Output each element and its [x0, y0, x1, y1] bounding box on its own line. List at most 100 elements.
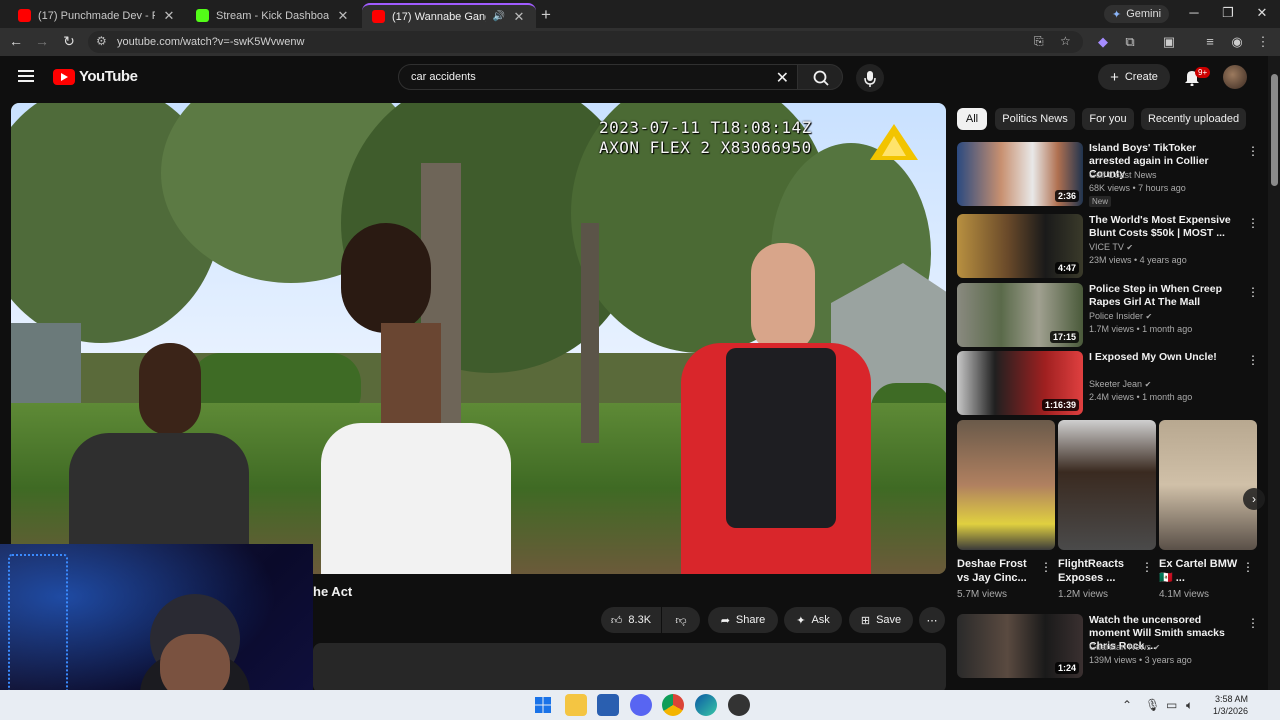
- more-vertical-icon[interactable]: ⋮: [1242, 560, 1254, 574]
- short-views: 4.1M views: [1159, 589, 1210, 600]
- scrollbar-thumb[interactable]: [1271, 74, 1278, 186]
- tab-title: (17) Wannabe Gangsters Ca: [392, 10, 486, 23]
- microphone-icon: [864, 71, 876, 87]
- more-vertical-icon[interactable]: ⋮: [1141, 560, 1153, 574]
- video-title: he Act: [313, 584, 353, 599]
- clock-date: 1/3/2026: [1212, 706, 1248, 716]
- close-tab-icon[interactable]: ✕: [336, 8, 350, 24]
- more-vertical-icon[interactable]: ⋮: [1247, 285, 1259, 299]
- bookmark-star-icon[interactable]: ☆: [1060, 34, 1071, 48]
- chip-all[interactable]: All: [957, 108, 987, 130]
- save-button[interactable]: ⊞ Save: [849, 607, 913, 633]
- chrome-icon[interactable]: [662, 694, 684, 716]
- more-vertical-icon[interactable]: ⋮: [1040, 560, 1052, 574]
- search-button[interactable]: [797, 64, 843, 90]
- recommended-video[interactable]: 17:15 Police Step in When Creep Rapes Gi…: [957, 283, 1259, 349]
- dislike-button[interactable]: 👎︎: [662, 607, 700, 633]
- browser-tab-kick[interactable]: Stream - Kick Dashboard ✕: [186, 3, 360, 28]
- verified-check-icon: ✔: [1144, 380, 1152, 389]
- description-box[interactable]: [313, 643, 946, 693]
- close-tab-icon[interactable]: ✕: [162, 8, 176, 24]
- extensions-puzzle-icon[interactable]: ⧉: [1121, 34, 1139, 50]
- kick-favicon-icon: [196, 9, 209, 22]
- back-arrow-icon[interactable]: ←: [7, 33, 25, 49]
- minimize-window-icon[interactable]: ─: [1184, 5, 1204, 20]
- thumbs-down-icon: 👎︎: [675, 614, 687, 627]
- video-person-black-shirt: [69, 343, 249, 574]
- site-info-icon[interactable]: ⚙: [96, 34, 107, 48]
- chip-recently-uploaded[interactable]: Recently uploaded: [1141, 108, 1246, 130]
- create-button[interactable]: + Create: [1098, 64, 1170, 90]
- forward-arrow-icon[interactable]: →: [33, 33, 51, 49]
- split-view-icon[interactable]: ▣: [1160, 34, 1178, 50]
- close-window-icon[interactable]: ✕: [1252, 5, 1272, 21]
- clear-search-icon[interactable]: ✕: [776, 68, 789, 88]
- reload-icon[interactable]: ↻: [60, 33, 78, 50]
- video-thumbnail: 1:16:39: [957, 351, 1083, 415]
- thumbs-up-icon: 👍︎: [610, 614, 623, 627]
- profile-icon[interactable]: ◉: [1228, 34, 1246, 50]
- install-app-icon[interactable]: ⎘: [1034, 34, 1044, 49]
- media-controls-icon[interactable]: ≡: [1201, 34, 1219, 49]
- short-title: Deshae Frost vs Jay Cinc...: [957, 558, 1027, 584]
- file-explorer-icon[interactable]: [565, 694, 587, 716]
- save-playlist-icon: ⊞: [860, 614, 871, 627]
- browser-tab-punchmade[interactable]: (17) Punchmade Dev - Financia ✕: [8, 3, 186, 28]
- audio-playing-icon[interactable]: 🔊: [493, 11, 505, 22]
- chip-for-you[interactable]: For you: [1082, 108, 1134, 130]
- edge-icon[interactable]: [695, 694, 717, 716]
- video-person-officer: [671, 243, 871, 574]
- volume-icon[interactable]: 🔈︎: [1186, 698, 1193, 713]
- more-vertical-icon[interactable]: ⋮: [1247, 216, 1259, 230]
- network-icon[interactable]: ▭: [1166, 698, 1177, 712]
- close-tab-icon[interactable]: ✕: [512, 9, 526, 25]
- youtube-favicon-icon: [372, 10, 385, 23]
- share-button[interactable]: ➦ Share: [708, 607, 778, 633]
- windows-start-icon[interactable]: [532, 694, 554, 716]
- channel-name: Guardian News ✔: [1089, 642, 1161, 652]
- more-vertical-icon[interactable]: ⋮: [1247, 616, 1259, 630]
- search-input[interactable]: car accidents ✕: [398, 64, 798, 90]
- youtube-header: YouTube car accidents ✕ + Create 9+: [0, 56, 1268, 100]
- short-title: FlightReacts Exposes ...: [1058, 558, 1125, 584]
- browser-tab-wannabe[interactable]: (17) Wannabe Gangsters Ca 🔊 ✕: [362, 3, 536, 28]
- address-bar[interactable]: ⚙ youtube.com/watch?v=-swK5Wvwenw ⎘ ☆: [88, 31, 1083, 53]
- video-meta: 23M views • 4 years ago: [1089, 255, 1187, 265]
- more-vertical-icon[interactable]: ⋮: [1247, 144, 1259, 158]
- restore-window-icon[interactable]: ❐: [1218, 5, 1238, 21]
- shorts-next-arrow-icon[interactable]: ›: [1243, 488, 1265, 510]
- recommended-video[interactable]: 1:24 Watch the uncensored moment Will Sm…: [957, 614, 1259, 680]
- obs-icon[interactable]: [728, 694, 750, 716]
- more-vertical-icon[interactable]: ⋮: [1247, 353, 1259, 367]
- recommended-video[interactable]: 2:36 Island Boys' TikToker arrested agai…: [957, 142, 1259, 212]
- chip-politics-news[interactable]: Politics News: [995, 108, 1075, 130]
- account-avatar[interactable]: [1223, 65, 1247, 89]
- more-actions-button[interactable]: ⋯: [919, 607, 945, 633]
- gemini-button[interactable]: ✦ Gemini: [1104, 5, 1170, 23]
- new-badge: New: [1089, 196, 1112, 207]
- bodycam-overlay: 2023-07-11 T18:08:14Z AXON FLEX 2 X83066…: [599, 118, 812, 158]
- video-player[interactable]: 2023-07-11 T18:08:14Z AXON FLEX 2 X83066…: [11, 103, 946, 574]
- like-button[interactable]: 👍︎ 8.3K: [601, 607, 661, 633]
- voice-search-button[interactable]: [856, 64, 884, 92]
- recommended-video[interactable]: 4:47 The World's Most Expensive Blunt Co…: [957, 214, 1259, 280]
- menu-icon[interactable]: [18, 69, 36, 83]
- new-tab-button[interactable]: +: [541, 5, 551, 25]
- like-count: 8.3K: [628, 614, 652, 626]
- microphone-tray-icon[interactable]: 🎙︎: [1145, 698, 1160, 712]
- browser-menu-icon[interactable]: ⋮: [1254, 34, 1272, 50]
- recommended-video[interactable]: 1:16:39 I Exposed My Own Uncle! Skeeter …: [957, 351, 1259, 417]
- extension-icon[interactable]: ◆: [1094, 34, 1112, 50]
- short-views: 5.7M views: [957, 589, 1008, 600]
- discord-icon[interactable]: [630, 694, 652, 716]
- youtube-logo[interactable]: YouTube: [53, 68, 138, 85]
- ask-button[interactable]: ✦ Ask: [784, 607, 842, 633]
- duration-badge: 17:15: [1049, 331, 1079, 343]
- verified-check-icon: ✔: [1153, 643, 1161, 652]
- video-thumbnail: 4:47: [957, 214, 1083, 278]
- video-title: I Exposed My Own Uncle!: [1089, 351, 1217, 363]
- tray-overflow-icon[interactable]: ⌃: [1122, 698, 1132, 712]
- axon-logo-icon: [870, 124, 918, 160]
- taskbar-clock[interactable]: 3:58 AM 1/3/2026: [1196, 693, 1248, 717]
- microsoft-store-icon[interactable]: [597, 694, 619, 716]
